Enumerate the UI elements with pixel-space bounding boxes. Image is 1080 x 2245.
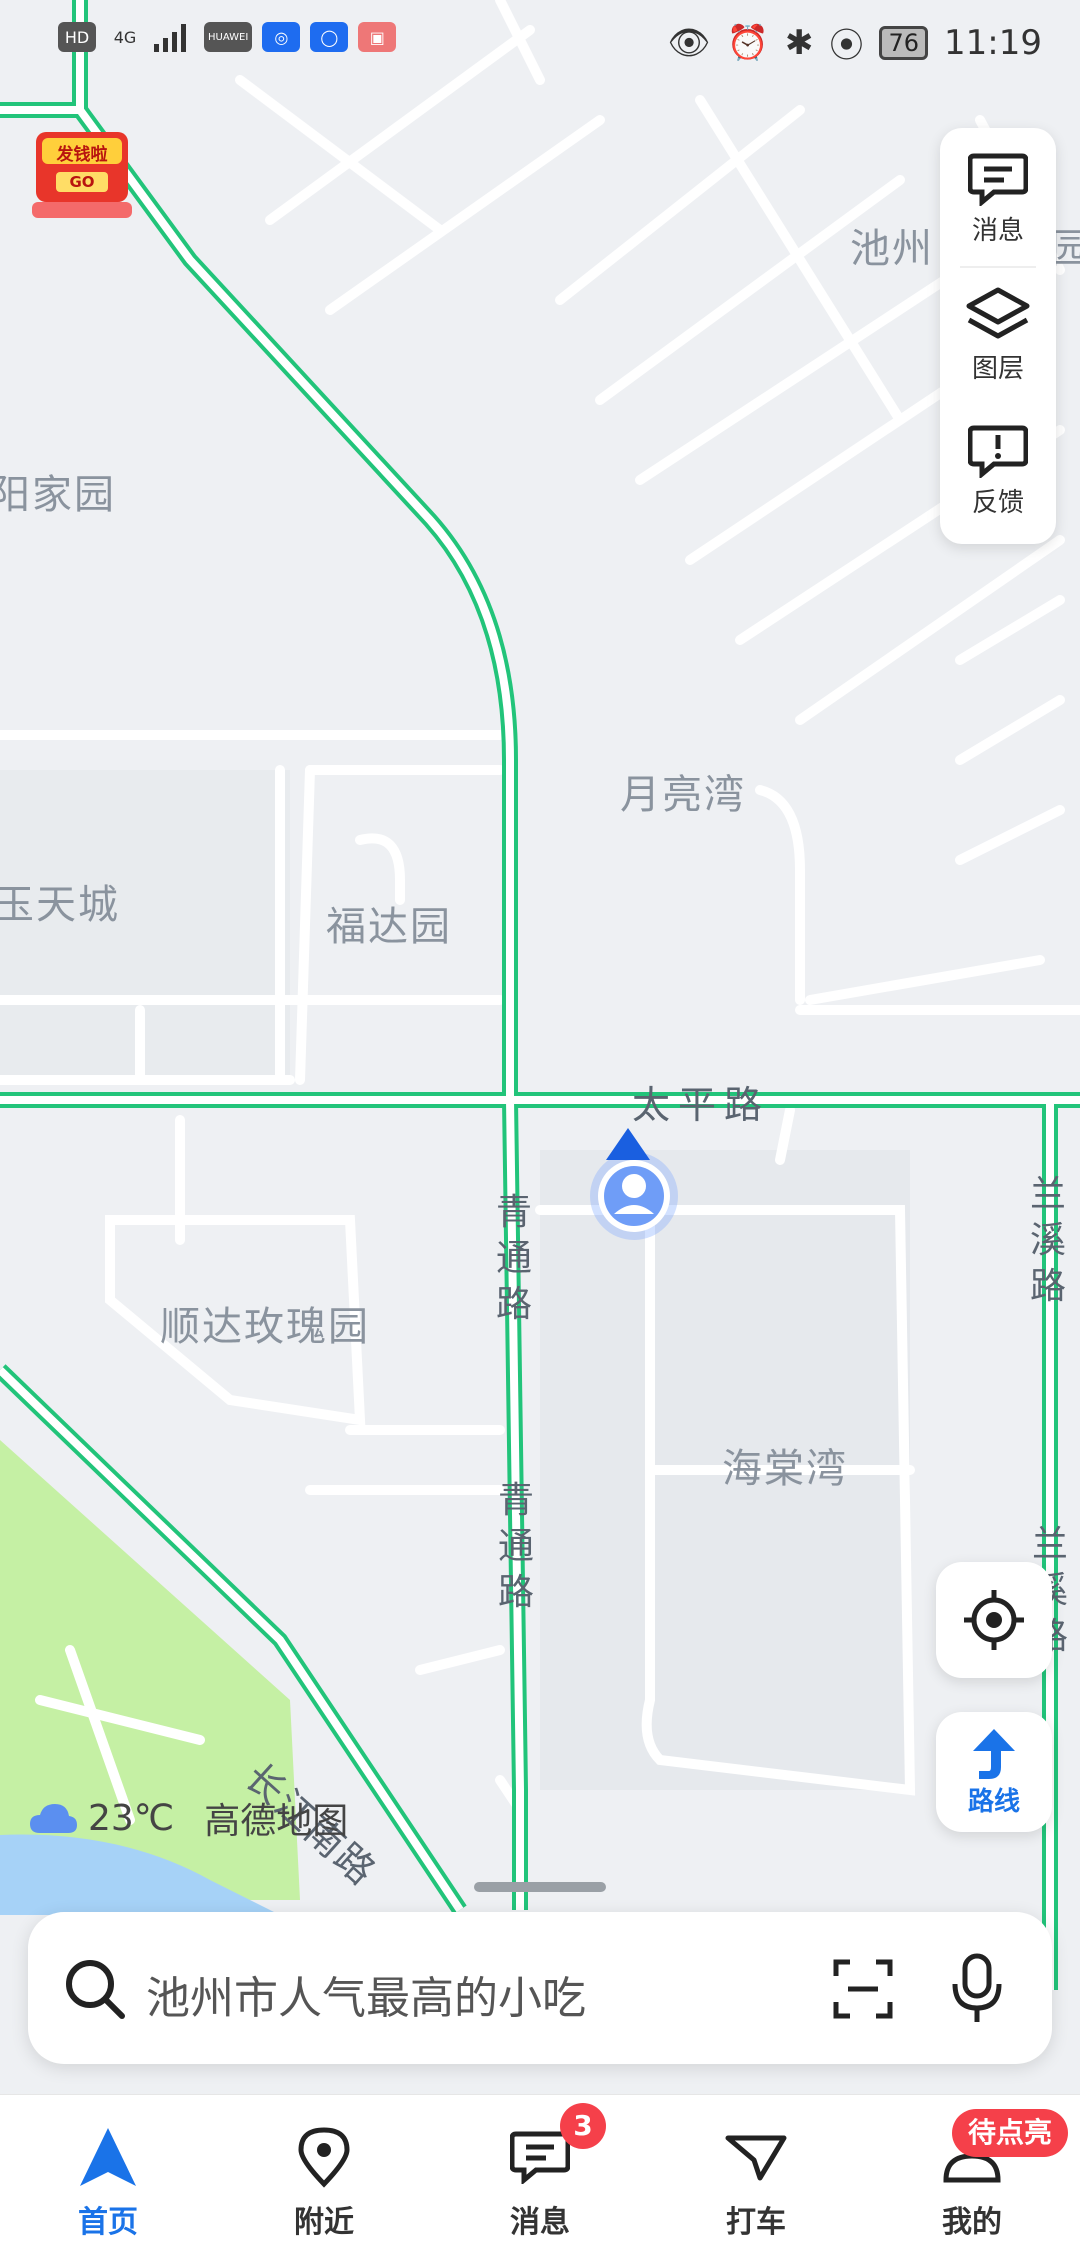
status-right-icons: 👁 ⏰ ✱ ⦿ 76 11:19	[667, 18, 1042, 67]
bottom-navigation: 首页 附近 消息 3 打车 我的 待点亮	[0, 2094, 1080, 2245]
map-tools-panel: 消息 图层 反馈	[940, 128, 1056, 544]
map-canvas[interactable]	[0, 0, 1080, 2244]
tool-feedback-button[interactable]: 反馈	[940, 406, 1056, 536]
nav-messages-label: 消息	[510, 2205, 570, 2240]
nav-messages[interactable]: 消息 3	[432, 2095, 648, 2245]
nav-mine-label: 我的	[942, 2205, 1002, 2240]
location-icon: ⦿	[829, 26, 864, 66]
route-button[interactable]: 路线	[936, 1712, 1052, 1832]
status-left-icons: HD 4G HUAWEI ◎ ◯ ▣	[58, 22, 397, 52]
cloud-icon	[30, 1804, 77, 1833]
bluetooth-icon: ✱	[784, 22, 814, 63]
promo-fa-qian-la[interactable]: 发钱啦 GO	[32, 126, 132, 222]
messages-badge: 3	[560, 2103, 606, 2149]
huawei-app-icon: HUAWEI	[204, 22, 253, 52]
nav-nearby[interactable]: 附近	[216, 2095, 432, 2245]
weather-widget[interactable]: 23℃ 高德地图	[28, 1792, 348, 1844]
nav-nearby-label: 附近	[294, 2205, 354, 2240]
nav-taxi[interactable]: 打车	[648, 2095, 864, 2245]
place-shunda: 顺达玫瑰园	[160, 1304, 370, 1350]
brand-label: 高德地图	[204, 1801, 349, 1842]
weather-temp: 23℃	[88, 1797, 175, 1839]
feedback-icon	[968, 425, 1028, 478]
alarm-icon: ⏰	[726, 22, 769, 63]
place-yangjiayuan: 阳家园	[0, 472, 116, 518]
route-label: 路线	[967, 1786, 1020, 1817]
network-4g-icon: 4G	[113, 27, 137, 47]
tool-layers-button[interactable]: 图层	[940, 270, 1056, 400]
message-icon	[968, 153, 1028, 206]
place-chizhou: 池州	[850, 226, 934, 272]
scan-icon[interactable]	[832, 1958, 894, 2020]
road-lanxi-1: 兰溪路	[1029, 1174, 1066, 1307]
search-input[interactable]: 池州市人气最高的小吃	[146, 1962, 586, 2026]
mine-badge: 待点亮	[952, 2109, 1068, 2157]
chat-icon	[510, 2131, 570, 2184]
eye-icon: 👁	[667, 22, 711, 63]
crosshair-icon	[964, 1590, 1024, 1650]
road-qingtong-1: 青通路	[495, 1192, 532, 1325]
clean-app-icon: ◯	[310, 22, 349, 52]
signal-icon	[154, 24, 186, 52]
bulb-app-icon: ◎	[262, 22, 301, 52]
layers-icon	[966, 287, 1030, 338]
nav-home-label: 首页	[78, 2205, 138, 2240]
tool-feedback-label: 反馈	[971, 487, 1024, 518]
battery-indicator: 76	[879, 25, 929, 60]
promo-go: GO	[69, 173, 95, 191]
microphone-icon[interactable]	[950, 1952, 1004, 2024]
navigation-arrow-icon	[80, 2128, 136, 2186]
search-bar[interactable]: 池州市人气最高的小吃	[28, 1912, 1052, 2064]
route-arrow-icon	[973, 1728, 1015, 1779]
road-qingtong-2: 青通路	[497, 1480, 534, 1613]
place-fudayuan: 福达园	[326, 904, 452, 950]
promo-title: 发钱啦	[56, 145, 108, 165]
nav-home[interactable]: 首页	[0, 2095, 216, 2245]
location-pin-icon	[298, 2127, 350, 2188]
tool-messages-button[interactable]: 消息	[940, 134, 1056, 264]
gift-app-icon: ▣	[358, 22, 397, 52]
place-yueliangwan: 月亮湾	[620, 772, 746, 818]
hd-icon: HD	[58, 22, 96, 52]
place-haitangwan: 海棠湾	[722, 1446, 848, 1492]
clock: 11:19	[944, 22, 1042, 63]
tools-divider-1	[960, 266, 1036, 268]
nav-taxi-label: 打车	[726, 2205, 786, 2240]
sheet-drag-handle[interactable]	[474, 1882, 606, 1892]
search-icon	[66, 1960, 125, 2019]
nav-mine[interactable]: 我的 待点亮	[864, 2095, 1080, 2245]
tool-messages-label: 消息	[971, 215, 1024, 246]
place-yutiancheng: 玉天城	[0, 882, 120, 928]
taxi-flag-icon	[725, 2135, 787, 2181]
locate-me-button[interactable]	[936, 1562, 1052, 1678]
road-taiping: 太平路	[632, 1083, 771, 1127]
status-bar: HD 4G HUAWEI ◎ ◯ ▣ 👁 ⏰ ✱ ⦿ 76 11:19	[0, 0, 1080, 80]
tool-layers-label: 图层	[971, 353, 1024, 384]
